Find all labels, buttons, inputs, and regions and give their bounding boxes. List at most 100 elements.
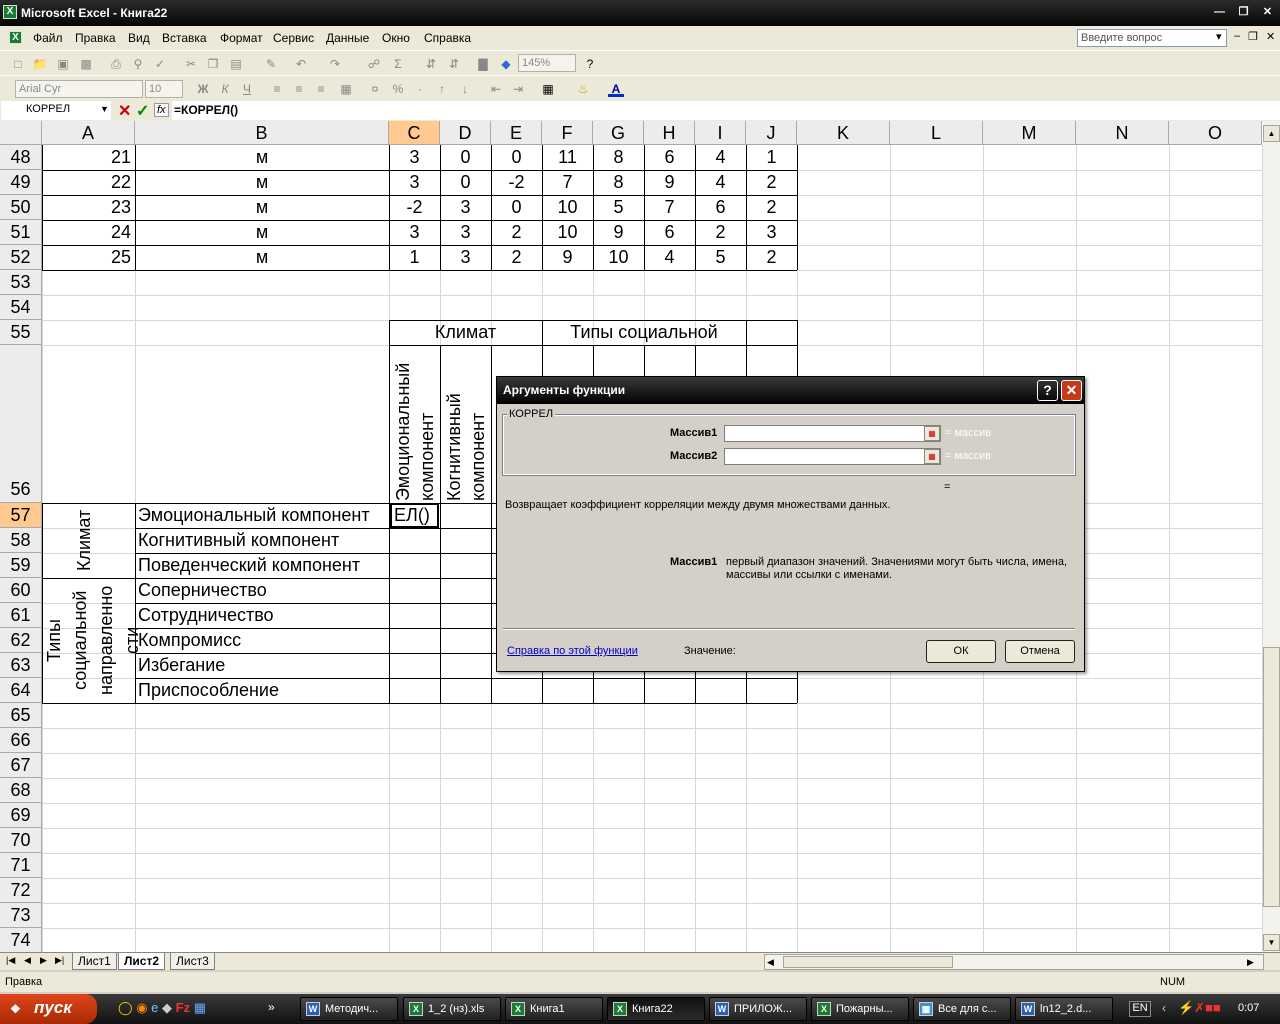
save-icon[interactable]: ▣ (55, 56, 71, 72)
autosum-icon[interactable]: Σ (390, 56, 406, 72)
align-right-icon[interactable]: ≡ (313, 81, 329, 97)
copy-icon[interactable]: ❐ (205, 56, 221, 72)
column-header-h[interactable]: H (644, 121, 695, 145)
tab-sheet1[interactable]: Лист1 (72, 953, 117, 970)
cell-b48[interactable]: м (135, 145, 389, 170)
row-header-58[interactable]: 58 (0, 528, 42, 553)
cell-g49[interactable]: 8 (593, 170, 644, 195)
column-header-n[interactable]: N (1076, 121, 1169, 145)
collapse-dialog-icon[interactable]: ▦ (924, 449, 940, 464)
last-sheet-icon[interactable]: ▶| (55, 955, 64, 966)
menu-tools[interactable]: Сервис (273, 31, 314, 45)
cell-j48[interactable]: 1 (746, 145, 797, 170)
minimize-icon[interactable]: — (1210, 4, 1229, 21)
cell-g51[interactable]: 9 (593, 220, 644, 245)
cell-b50[interactable]: м (135, 195, 389, 220)
row-header-69[interactable]: 69 (0, 803, 42, 828)
insert-function-icon[interactable]: fx (154, 103, 169, 117)
cell-f52[interactable]: 9 (542, 245, 593, 270)
help-link[interactable]: Справка по этой функции (507, 645, 638, 657)
row-header-50[interactable]: 50 (0, 195, 42, 220)
row-label-62[interactable]: Компромисс (138, 628, 388, 653)
column-header-l[interactable]: L (890, 121, 983, 145)
klimat-header[interactable]: Климат (389, 320, 542, 345)
row-header-73[interactable]: 73 (0, 903, 42, 928)
cell-g48[interactable]: 8 (593, 145, 644, 170)
tray-expand-icon[interactable]: ‹ (1162, 1001, 1166, 1015)
font-size-combo[interactable]: 10 (145, 80, 183, 98)
language-indicator[interactable]: EN (1129, 1001, 1151, 1017)
cancel-formula-icon[interactable]: ✕ (118, 101, 131, 121)
row-header-74[interactable]: 74 (0, 928, 42, 952)
undo-icon[interactable]: ↶ (293, 56, 309, 72)
scroll-left-icon[interactable]: ◀ (767, 957, 774, 968)
row-header-53[interactable]: 53 (0, 270, 42, 295)
scroll-down-icon[interactable]: ▼ (1263, 934, 1280, 951)
types-header[interactable]: Типы социальной (542, 320, 746, 345)
vertical-header-d[interactable]: Когнитивный компонент (442, 347, 490, 501)
bold-icon[interactable]: Ж (195, 81, 211, 97)
menu-file[interactable]: Файл (33, 31, 63, 45)
types-row-label-0[interactable]: Типы (42, 578, 68, 703)
quicklaunch-icon-6[interactable]: ▦ (194, 1000, 206, 1015)
sort-desc-icon[interactable]: ⇵ (446, 56, 462, 72)
start-button[interactable]: ❖ пуск (0, 994, 97, 1024)
row-label-60[interactable]: Соперничество (138, 578, 388, 603)
row-header-60[interactable]: 60 (0, 578, 42, 603)
column-header-a[interactable]: A (42, 121, 135, 145)
ok-button[interactable]: ОК (926, 640, 996, 663)
increase-indent-icon[interactable]: ⇥ (510, 81, 526, 97)
quicklaunch-icon-4[interactable]: ◆ (162, 1000, 172, 1015)
more-quicklaunch-icon[interactable]: » (268, 1000, 275, 1014)
borders-icon[interactable]: ▦ (540, 81, 556, 97)
drawing-icon[interactable]: ◆ (498, 56, 514, 72)
cell-h52[interactable]: 4 (644, 245, 695, 270)
vertical-scrollbar[interactable]: ▲ ▼ (1263, 121, 1280, 952)
row-header-61[interactable]: 61 (0, 603, 42, 628)
increase-decimal-icon[interactable]: ↑ (434, 81, 450, 97)
underline-icon[interactable]: Ч (239, 81, 255, 97)
row-header-59[interactable]: 59 (0, 553, 42, 578)
cell-j51[interactable]: 3 (746, 220, 797, 245)
row-header-54[interactable]: 54 (0, 295, 42, 320)
column-header-i[interactable]: I (695, 121, 746, 145)
cell-d51[interactable]: 3 (440, 220, 491, 245)
close-icon[interactable]: ✕ (1258, 4, 1277, 21)
row-header-48[interactable]: 48 (0, 145, 42, 170)
spelling-icon[interactable]: ✓ (152, 56, 168, 72)
cell-e49[interactable]: -2 (491, 170, 542, 195)
task-4[interactable]: X Книга22 (607, 997, 705, 1021)
font-color-icon[interactable]: A (608, 81, 624, 97)
close-icon[interactable]: ✕ (1061, 380, 1082, 401)
row-header-49[interactable]: 49 (0, 170, 42, 195)
new-icon[interactable]: □ (10, 56, 26, 72)
print-icon[interactable]: ⎙ (108, 56, 124, 72)
column-header-f[interactable]: F (542, 121, 593, 145)
h-scroll-thumb[interactable] (783, 956, 953, 968)
percent-icon[interactable]: % (390, 81, 406, 97)
zoom-combo[interactable]: 145% (518, 54, 576, 72)
help-icon[interactable]: ? (1037, 380, 1058, 401)
cell-d50[interactable]: 3 (440, 195, 491, 220)
task-2[interactable]: X 1_2 (нз).xls (403, 997, 501, 1021)
cell-j50[interactable]: 2 (746, 195, 797, 220)
array1-input[interactable] (724, 425, 941, 442)
cell-h50[interactable]: 7 (644, 195, 695, 220)
menu-help[interactable]: Справка (424, 31, 471, 45)
italic-icon[interactable]: К (217, 81, 233, 97)
cell-d49[interactable]: 0 (440, 170, 491, 195)
scroll-thumb[interactable] (1263, 647, 1280, 907)
cell-d52[interactable]: 3 (440, 245, 491, 270)
row-label-64[interactable]: Приспособление (138, 678, 388, 703)
klimat-row-label[interactable]: Климат (72, 503, 98, 578)
cell-h51[interactable]: 6 (644, 220, 695, 245)
cell-c51[interactable]: 3 (389, 220, 440, 245)
column-header-k[interactable]: K (797, 121, 890, 145)
name-box[interactable]: КОРРЕЛ (1, 101, 111, 120)
menu-data[interactable]: Данные (326, 31, 369, 45)
row-header-65[interactable]: 65 (0, 703, 42, 728)
cell-i48[interactable]: 4 (695, 145, 746, 170)
row-header-68[interactable]: 68 (0, 778, 42, 803)
enter-formula-icon[interactable]: ✓ (136, 101, 149, 121)
align-center-icon[interactable]: ≡ (291, 81, 307, 97)
